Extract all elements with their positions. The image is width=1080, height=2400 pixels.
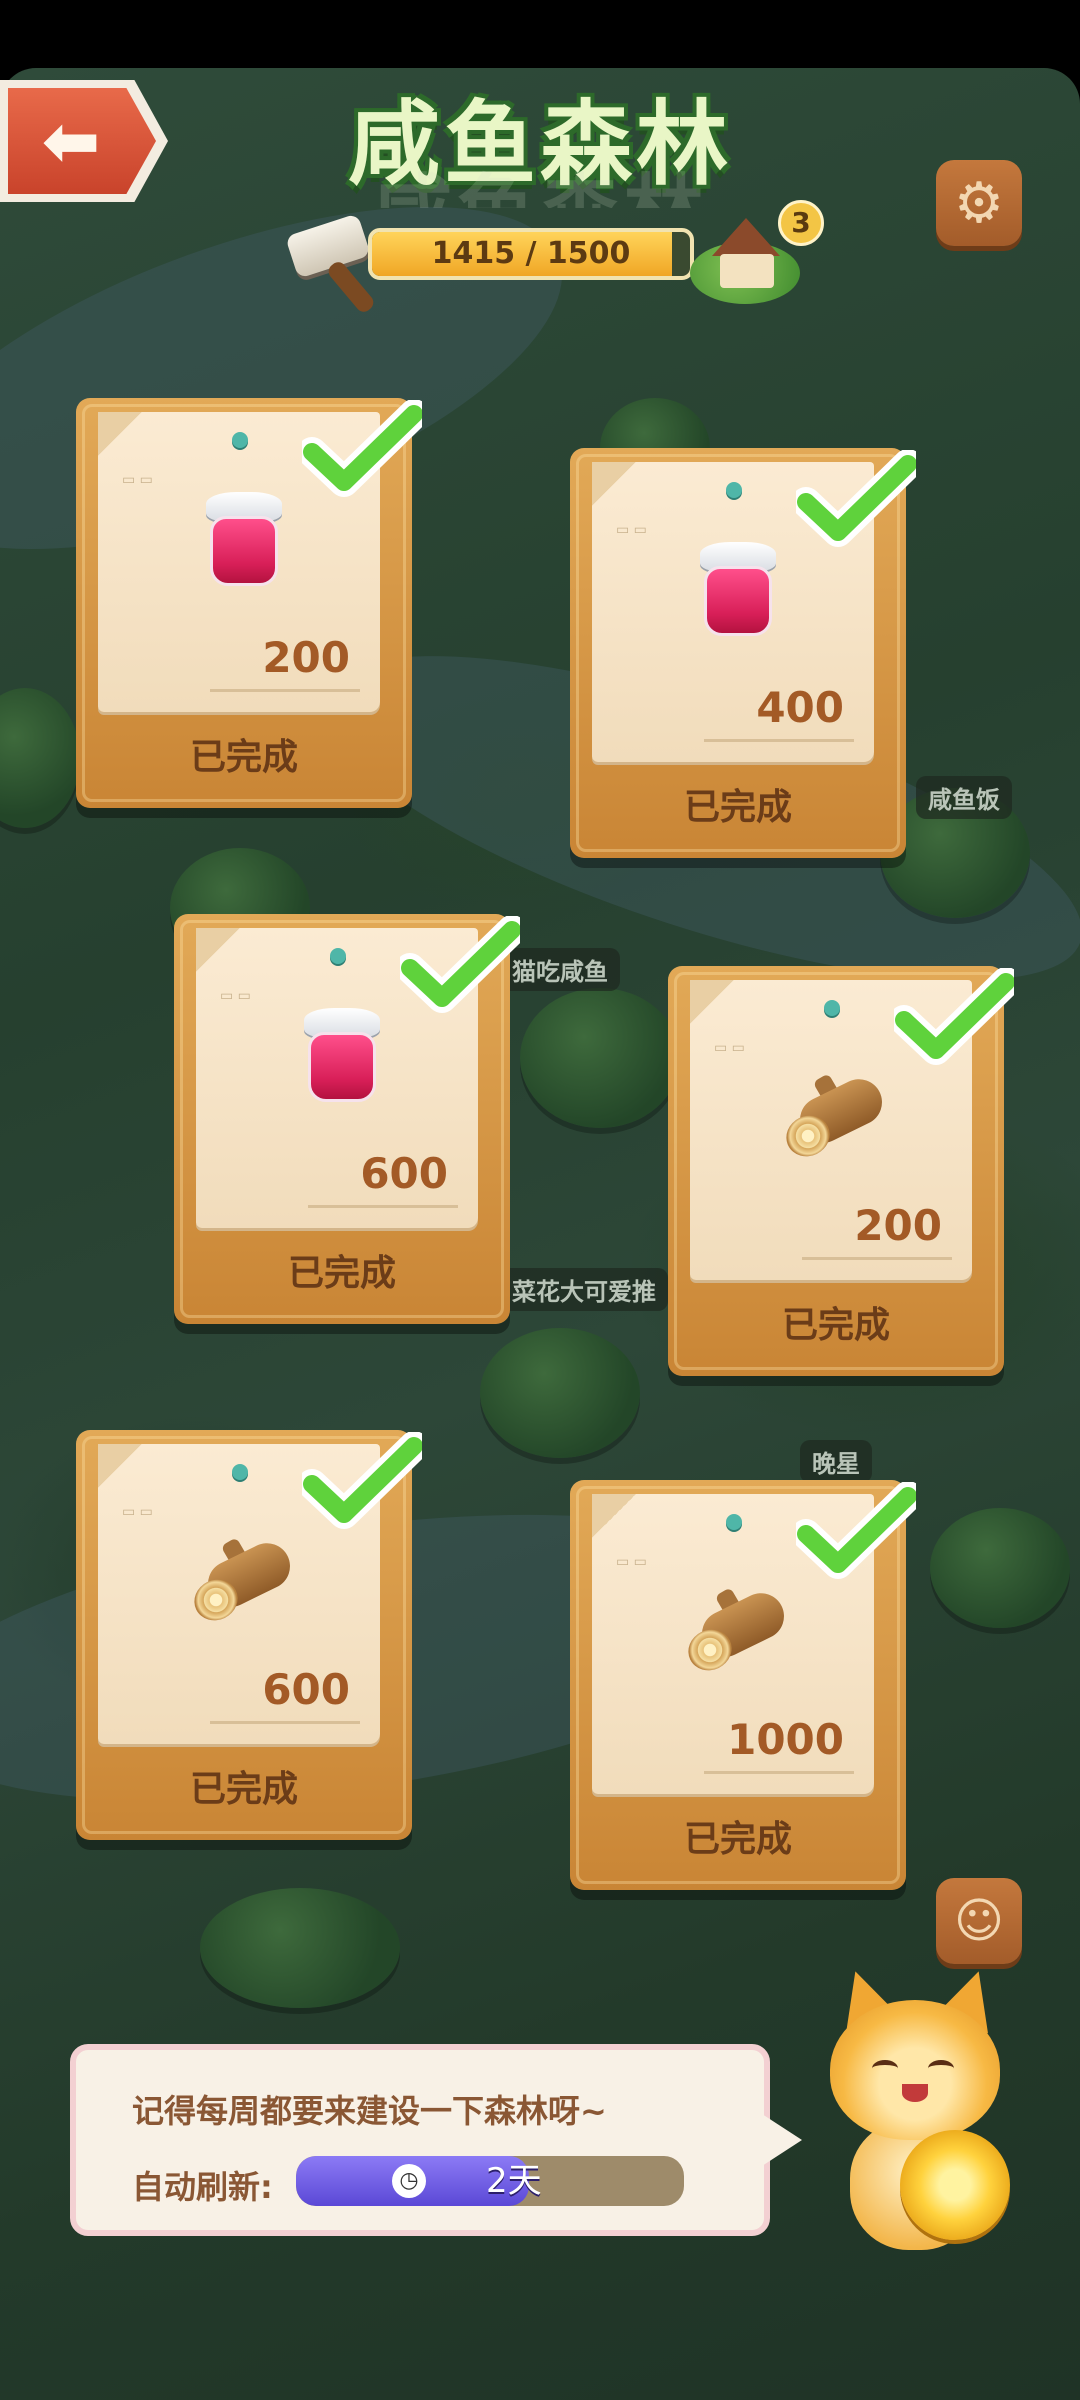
refresh-label: 自动刷新: <box>132 2168 273 2206</box>
task-amount: 200 <box>262 633 350 682</box>
map-tree <box>930 1508 1070 1628</box>
jam-jar-icon <box>700 542 776 642</box>
pin-icon <box>824 1000 840 1016</box>
dialog-message: 记得每周都要来建设一下森林呀~ <box>132 2092 607 2130</box>
house-icon <box>712 218 780 256</box>
chat-button[interactable]: ☺ <box>936 1878 1022 1964</box>
pin-icon <box>726 1514 742 1530</box>
map-label: 晚星 <box>800 1440 872 1483</box>
task-card[interactable]: ▭ ▭ 600 已完成 <box>174 914 527 1324</box>
checkmark-icon <box>395 915 527 1016</box>
task-status: 已完成 <box>189 737 298 778</box>
jam-jar-icon <box>304 1008 380 1108</box>
task-card[interactable]: ▭ ▭ 200 已完成 <box>668 966 1021 1376</box>
wood-log-icon <box>779 1070 890 1164</box>
task-card[interactable]: ▭ ▭ 1000 已完成 <box>570 1480 923 1890</box>
task-status: 已完成 <box>287 1253 396 1294</box>
task-amount: 600 <box>262 1665 350 1714</box>
task-status: 已完成 <box>189 1769 298 1810</box>
gear-icon: ⚙ <box>953 170 1005 236</box>
pin-icon <box>330 948 346 964</box>
wood-log-icon <box>187 1534 298 1628</box>
task-card[interactable]: ▭ ▭ 200 已完成 <box>76 398 429 808</box>
checkmark-icon <box>791 449 923 550</box>
page-title-shadow: 咸鱼森林 <box>300 148 780 208</box>
back-button[interactable]: ⬅ <box>0 80 168 202</box>
task-card[interactable]: ▭ ▭ 400 已完成 <box>570 448 923 858</box>
map-tree <box>520 988 680 1128</box>
task-amount: 600 <box>360 1149 448 1198</box>
pin-icon <box>232 432 248 448</box>
arrow-left-icon: ⬅ <box>41 100 101 182</box>
map-label: 菜花大可爱推 <box>500 1268 668 1311</box>
smile-chat-icon: ☺ <box>953 1893 1005 1949</box>
clock-icon: ◷ <box>392 2164 426 2198</box>
checkmark-icon <box>889 967 1021 1068</box>
house-badge[interactable]: 3 <box>690 200 824 314</box>
hint-dialog: 记得每周都要来建设一下森林呀~ 自动刷新: ◷ 2天 <box>70 2044 802 2236</box>
map-label: 咸鱼饭 <box>916 776 1012 819</box>
wood-log-icon <box>681 1584 792 1678</box>
checkmark-icon <box>791 1481 923 1582</box>
refresh-timer-bar: ◷ 2天 <box>296 2156 684 2206</box>
settings-button[interactable]: ⚙ <box>936 160 1022 246</box>
task-amount: 1000 <box>727 1715 844 1764</box>
task-amount: 400 <box>756 683 844 732</box>
task-status: 已完成 <box>683 1819 792 1860</box>
map-tree <box>200 1888 400 2008</box>
checkmark-icon <box>297 1431 429 1532</box>
map-tree <box>480 1328 640 1458</box>
progress-text: 1415 / 1500 <box>431 236 631 271</box>
pin-icon <box>232 1464 248 1480</box>
house-count-badge: 3 <box>778 200 824 246</box>
task-status: 已完成 <box>683 787 792 828</box>
pin-icon <box>726 482 742 498</box>
checkmark-icon <box>297 399 429 500</box>
task-status: 已完成 <box>781 1305 890 1346</box>
task-card[interactable]: ▭ ▭ 600 已完成 <box>76 1430 429 1840</box>
build-progress: 1415 / 1500 3 <box>285 200 826 316</box>
progress-bar: 1415 / 1500 <box>368 228 694 280</box>
cat-mascot <box>810 1960 1040 2300</box>
task-amount: 200 <box>854 1201 942 1250</box>
map-tree <box>0 688 80 828</box>
refresh-value: 2天 <box>486 2161 542 2201</box>
jam-jar-icon <box>206 492 282 592</box>
coin-icon <box>900 2130 1010 2240</box>
